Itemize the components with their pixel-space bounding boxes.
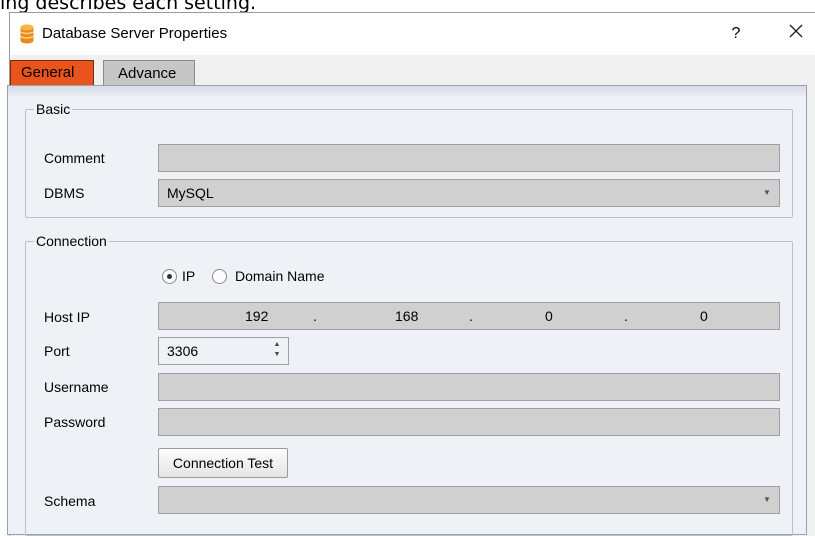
radio-selected-dot [167,274,172,279]
schema-select[interactable]: ▼ [158,486,780,514]
comment-field[interactable] [158,144,780,172]
ip-octet-1[interactable]: 192 [245,303,268,329]
ip-separator: . [624,308,628,324]
basic-group-title: Basic [34,101,73,117]
password-field[interactable] [158,408,780,436]
host-ip-field[interactable]: 192 . 168 . 0 . 0 [158,302,780,330]
ip-octet-3[interactable]: 0 [545,303,553,329]
dbms-label: DBMS [44,185,85,201]
help-button[interactable]: ? [724,22,748,46]
radio-domain-name[interactable] [212,269,227,284]
database-icon [20,24,34,44]
tab-general[interactable]: General [10,60,94,86]
chevron-down-icon[interactable]: ▼ [755,487,779,513]
panel-header-band [8,86,806,98]
title-bar: Database Server Properties ? [10,13,815,55]
port-label: Port [44,343,70,359]
ip-separator: . [469,308,473,324]
radio-domain-name-label: Domain Name [235,268,325,284]
ip-octet-2[interactable]: 168 [395,303,418,329]
ip-octet-4[interactable]: 0 [700,303,708,329]
radio-ip[interactable] [162,269,177,284]
port-value: 3306 [167,343,199,359]
schema-label: Schema [44,493,96,509]
comment-label: Comment [44,150,105,166]
username-label: Username [44,379,109,395]
spinner-arrows-icon[interactable]: ▲ ▼ [272,340,282,362]
tab-advance[interactable]: Advance [103,60,195,86]
ip-separator: . [313,308,317,324]
port-stepper[interactable]: 3306 ▲ ▼ [158,337,289,365]
dbms-value: MySQL [167,185,214,201]
window-title: Database Server Properties [42,25,228,42]
radio-ip-label: IP [182,268,196,284]
close-icon [789,24,803,38]
chevron-down-icon[interactable]: ▼ [755,180,779,206]
host-ip-label: Host IP [44,309,90,325]
dbms-select[interactable]: MySQL ▼ [158,179,780,207]
username-field[interactable] [158,373,780,401]
close-button[interactable] [784,22,808,46]
connection-group-title: Connection [34,233,109,249]
password-label: Password [44,414,106,430]
connection-test-button[interactable]: Connection Test [158,448,288,478]
